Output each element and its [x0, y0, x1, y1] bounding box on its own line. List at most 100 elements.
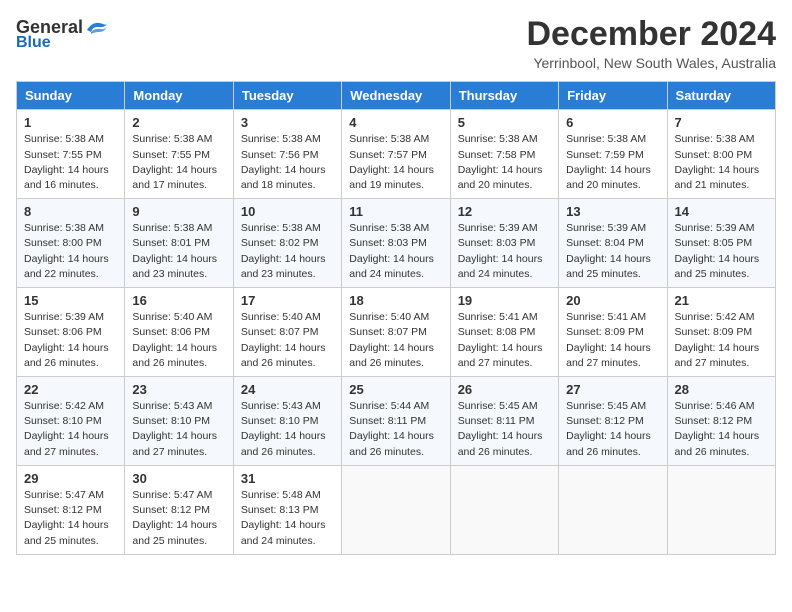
calendar-cell: 27 Sunrise: 5:45 AM Sunset: 8:12 PM Dayli…	[559, 377, 667, 466]
calendar-cell: 30Sunrise: 5:47 AM Sunset: 8:12 PM Dayli…	[125, 465, 233, 554]
page-header: General Blue December 2024 Yerrinbool, N…	[16, 16, 776, 71]
cell-info: Sunrise: 5:40 AM Sunset: 8:07 PM Dayligh…	[349, 310, 442, 371]
calendar-cell: 19 Sunrise: 5:41 AM Sunset: 8:08 PM Dayli…	[450, 288, 558, 377]
cell-info: Sunrise: 5:38 AM Sunset: 7:56 PM Dayligh…	[241, 132, 334, 193]
cell-info: Sunrise: 5:43 AM Sunset: 8:10 PM Dayligh…	[132, 399, 225, 460]
cell-info: Sunrise: 5:46 AM Sunset: 8:12 PM Dayligh…	[675, 399, 768, 460]
cell-info: Sunrise: 5:41 AM Sunset: 8:09 PM Dayligh…	[566, 310, 659, 371]
day-header-sunday: Sunday	[17, 82, 125, 110]
calendar-cell: 29Sunrise: 5:47 AM Sunset: 8:12 PM Dayli…	[17, 465, 125, 554]
cell-info: Sunrise: 5:45 AM Sunset: 8:12 PM Dayligh…	[566, 399, 659, 460]
day-number: 22	[24, 382, 117, 397]
day-number: 25	[349, 382, 442, 397]
cell-info: Sunrise: 5:44 AM Sunset: 8:11 PM Dayligh…	[349, 399, 442, 460]
day-header-monday: Monday	[125, 82, 233, 110]
calendar-cell: 23 Sunrise: 5:43 AM Sunset: 8:10 PM Dayli…	[125, 377, 233, 466]
calendar-cell: 13 Sunrise: 5:39 AM Sunset: 8:04 PM Dayli…	[559, 199, 667, 288]
calendar-cell: 10 Sunrise: 5:38 AM Sunset: 8:02 PM Dayli…	[233, 199, 341, 288]
calendar-cell: 15 Sunrise: 5:39 AM Sunset: 8:06 PM Dayli…	[17, 288, 125, 377]
day-number: 7	[675, 115, 768, 130]
calendar-cell: 16Sunrise: 5:40 AM Sunset: 8:06 PM Dayli…	[125, 288, 233, 377]
calendar-week-row: 15 Sunrise: 5:39 AM Sunset: 8:06 PM Dayli…	[17, 288, 776, 377]
cell-info: Sunrise: 5:38 AM Sunset: 8:00 PM Dayligh…	[24, 221, 117, 282]
cell-info: Sunrise: 5:38 AM Sunset: 7:55 PM Dayligh…	[24, 132, 117, 193]
cell-info: Sunrise: 5:38 AM Sunset: 7:55 PM Dayligh…	[132, 132, 225, 193]
day-number: 5	[458, 115, 551, 130]
cell-info: Sunrise: 5:39 AM Sunset: 8:05 PM Dayligh…	[675, 221, 768, 282]
cell-info: Sunrise: 5:38 AM Sunset: 8:03 PM Dayligh…	[349, 221, 442, 282]
calendar-cell	[559, 465, 667, 554]
calendar-cell: 28Sunrise: 5:46 AM Sunset: 8:12 PM Dayli…	[667, 377, 775, 466]
calendar-cell: 22Sunrise: 5:42 AM Sunset: 8:10 PM Dayli…	[17, 377, 125, 466]
cell-info: Sunrise: 5:47 AM Sunset: 8:12 PM Dayligh…	[132, 488, 225, 549]
day-number: 20	[566, 293, 659, 308]
calendar-cell: 6 Sunrise: 5:38 AM Sunset: 7:59 PM Daylig…	[559, 110, 667, 199]
day-number: 27	[566, 382, 659, 397]
calendar-cell: 5 Sunrise: 5:38 AM Sunset: 7:58 PM Daylig…	[450, 110, 558, 199]
day-number: 26	[458, 382, 551, 397]
cell-info: Sunrise: 5:39 AM Sunset: 8:03 PM Dayligh…	[458, 221, 551, 282]
logo: General Blue	[16, 16, 111, 52]
cell-info: Sunrise: 5:38 AM Sunset: 8:00 PM Dayligh…	[675, 132, 768, 193]
day-number: 24	[241, 382, 334, 397]
calendar-week-row: 8 Sunrise: 5:38 AM Sunset: 8:00 PM Daylig…	[17, 199, 776, 288]
cell-info: Sunrise: 5:45 AM Sunset: 8:11 PM Dayligh…	[458, 399, 551, 460]
day-header-saturday: Saturday	[667, 82, 775, 110]
cell-info: Sunrise: 5:39 AM Sunset: 8:06 PM Dayligh…	[24, 310, 117, 371]
day-header-wednesday: Wednesday	[342, 82, 450, 110]
calendar-cell: 11 Sunrise: 5:38 AM Sunset: 8:03 PM Dayli…	[342, 199, 450, 288]
calendar-cell: 20 Sunrise: 5:41 AM Sunset: 8:09 PM Dayli…	[559, 288, 667, 377]
day-header-tuesday: Tuesday	[233, 82, 341, 110]
title-block: December 2024 Yerrinbool, New South Wale…	[526, 16, 776, 71]
day-number: 13	[566, 204, 659, 219]
day-number: 19	[458, 293, 551, 308]
day-number: 2	[132, 115, 225, 130]
cell-info: Sunrise: 5:40 AM Sunset: 8:06 PM Dayligh…	[132, 310, 225, 371]
calendar-cell: 24 Sunrise: 5:43 AM Sunset: 8:10 PM Dayli…	[233, 377, 341, 466]
day-number: 17	[241, 293, 334, 308]
day-number: 8	[24, 204, 117, 219]
day-number: 1	[24, 115, 117, 130]
subtitle: Yerrinbool, New South Wales, Australia	[526, 55, 776, 71]
calendar-cell	[667, 465, 775, 554]
cell-info: Sunrise: 5:38 AM Sunset: 7:57 PM Dayligh…	[349, 132, 442, 193]
cell-info: Sunrise: 5:40 AM Sunset: 8:07 PM Dayligh…	[241, 310, 334, 371]
calendar-cell: 8 Sunrise: 5:38 AM Sunset: 8:00 PM Daylig…	[17, 199, 125, 288]
calendar-cell: 21Sunrise: 5:42 AM Sunset: 8:09 PM Dayli…	[667, 288, 775, 377]
calendar-week-row: 22Sunrise: 5:42 AM Sunset: 8:10 PM Dayli…	[17, 377, 776, 466]
logo-bird-icon	[83, 16, 111, 38]
calendar-cell: 1 Sunrise: 5:38 AM Sunset: 7:55 PM Daylig…	[17, 110, 125, 199]
cell-info: Sunrise: 5:38 AM Sunset: 8:02 PM Dayligh…	[241, 221, 334, 282]
calendar-cell: 2 Sunrise: 5:38 AM Sunset: 7:55 PM Daylig…	[125, 110, 233, 199]
day-number: 6	[566, 115, 659, 130]
cell-info: Sunrise: 5:48 AM Sunset: 8:13 PM Dayligh…	[241, 488, 334, 549]
calendar-cell: 17 Sunrise: 5:40 AM Sunset: 8:07 PM Dayli…	[233, 288, 341, 377]
cell-info: Sunrise: 5:38 AM Sunset: 7:58 PM Dayligh…	[458, 132, 551, 193]
cell-info: Sunrise: 5:47 AM Sunset: 8:12 PM Dayligh…	[24, 488, 117, 549]
day-number: 10	[241, 204, 334, 219]
cell-info: Sunrise: 5:38 AM Sunset: 7:59 PM Dayligh…	[566, 132, 659, 193]
day-number: 12	[458, 204, 551, 219]
cell-info: Sunrise: 5:39 AM Sunset: 8:04 PM Dayligh…	[566, 221, 659, 282]
day-number: 14	[675, 204, 768, 219]
calendar-cell: 18Sunrise: 5:40 AM Sunset: 8:07 PM Dayli…	[342, 288, 450, 377]
day-number: 11	[349, 204, 442, 219]
day-header-thursday: Thursday	[450, 82, 558, 110]
calendar-week-row: 1 Sunrise: 5:38 AM Sunset: 7:55 PM Daylig…	[17, 110, 776, 199]
day-number: 15	[24, 293, 117, 308]
calendar-cell: 4Sunrise: 5:38 AM Sunset: 7:57 PM Daylig…	[342, 110, 450, 199]
calendar-cell: 9Sunrise: 5:38 AM Sunset: 8:01 PM Daylig…	[125, 199, 233, 288]
cell-info: Sunrise: 5:42 AM Sunset: 8:09 PM Dayligh…	[675, 310, 768, 371]
calendar-cell: 7 Sunrise: 5:38 AM Sunset: 8:00 PM Daylig…	[667, 110, 775, 199]
calendar-cell: 12 Sunrise: 5:39 AM Sunset: 8:03 PM Dayli…	[450, 199, 558, 288]
cell-info: Sunrise: 5:38 AM Sunset: 8:01 PM Dayligh…	[132, 221, 225, 282]
cell-info: Sunrise: 5:41 AM Sunset: 8:08 PM Dayligh…	[458, 310, 551, 371]
calendar-header-row: SundayMondayTuesdayWednesdayThursdayFrid…	[17, 82, 776, 110]
day-number: 31	[241, 471, 334, 486]
calendar-cell: 14 Sunrise: 5:39 AM Sunset: 8:05 PM Dayli…	[667, 199, 775, 288]
calendar-cell: 26 Sunrise: 5:45 AM Sunset: 8:11 PM Dayli…	[450, 377, 558, 466]
calendar-cell: 25 Sunrise: 5:44 AM Sunset: 8:11 PM Dayli…	[342, 377, 450, 466]
calendar-cell	[342, 465, 450, 554]
day-number: 23	[132, 382, 225, 397]
cell-info: Sunrise: 5:43 AM Sunset: 8:10 PM Dayligh…	[241, 399, 334, 460]
